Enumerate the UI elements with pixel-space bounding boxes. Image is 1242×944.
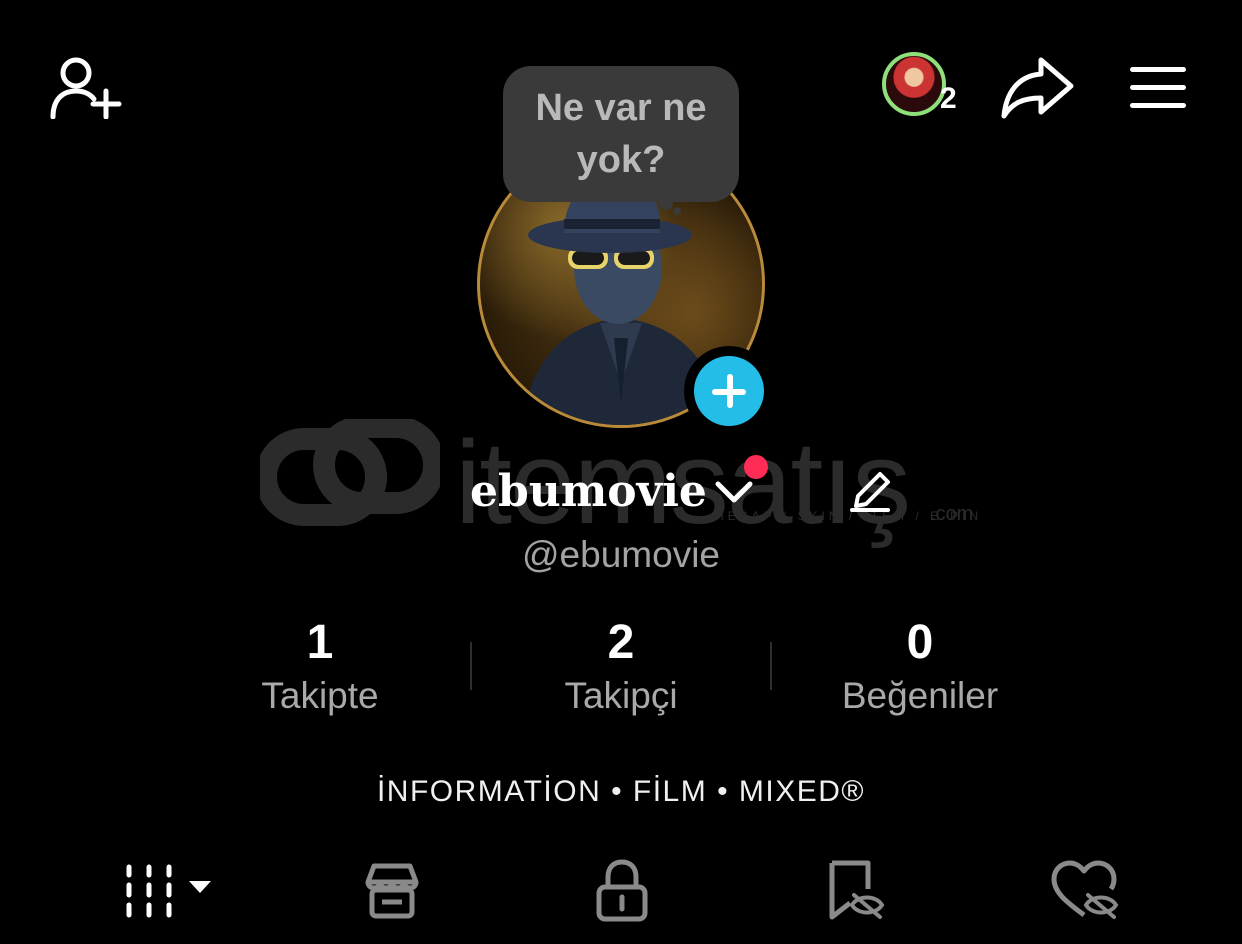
followers-label: Takipçi [564, 675, 678, 716]
bookmark-eye-off-icon [829, 860, 885, 920]
profile-bio: İNFORMATİON • FİLM • MIXED® [376, 775, 866, 808]
friend-avatar [882, 52, 946, 116]
likes-stat[interactable]: 0 Beğeniler [770, 612, 1070, 718]
tab-shop[interactable] [352, 852, 432, 930]
dropdown-caret-icon [189, 881, 211, 893]
display-name: ebumovie [470, 466, 707, 517]
following-label: Takipte [261, 675, 379, 716]
friends-count-badge: 2 [940, 82, 957, 115]
followers-stat[interactable]: 2 Takipçi [471, 612, 771, 718]
lock-icon [596, 859, 648, 922]
friends-stories-avatar[interactable]: 2 [880, 50, 970, 124]
status-note-bubble[interactable]: Ne var ne yok? [503, 66, 739, 202]
pencil-icon [850, 472, 890, 512]
grid-icon [126, 864, 211, 918]
menu-button[interactable] [1122, 56, 1194, 120]
bubble-tail [659, 198, 681, 215]
likes-count: 0 [906, 616, 934, 669]
edit-profile-button[interactable] [846, 468, 896, 516]
likes-label: Beğeniler [841, 675, 999, 716]
username-handle: @ebumovie [522, 534, 720, 575]
chevron-down-icon [715, 481, 753, 503]
watermark-suffix: .com [930, 503, 974, 525]
plus-icon [694, 356, 764, 426]
following-count: 1 [306, 616, 334, 669]
add-story-button[interactable] [684, 346, 774, 436]
add-user-icon [50, 57, 122, 119]
tab-videos-grid[interactable] [104, 852, 224, 930]
heart-eye-off-icon [1051, 860, 1119, 919]
tab-liked[interactable] [1040, 852, 1130, 930]
watermark-logo [260, 419, 440, 526]
switch-account-button[interactable] [712, 474, 756, 510]
share-profile-button[interactable] [996, 52, 1078, 122]
notification-dot [744, 455, 768, 479]
shop-icon [365, 863, 419, 919]
followers-count: 2 [607, 616, 635, 669]
share-arrow-icon [1001, 57, 1074, 119]
tab-private[interactable] [582, 852, 662, 930]
following-stat[interactable]: 1 Takipte [170, 612, 470, 718]
hamburger-menu-icon [1130, 67, 1186, 108]
tab-saved[interactable] [816, 852, 896, 930]
add-friend-button[interactable] [44, 50, 124, 122]
